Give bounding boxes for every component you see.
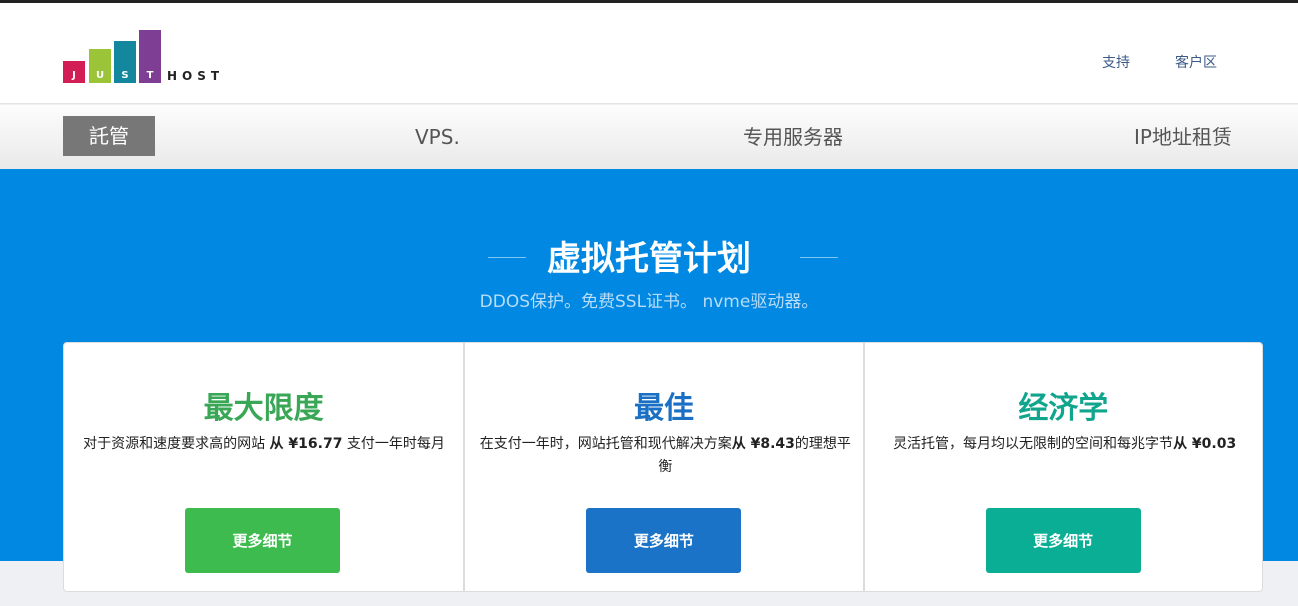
plan-cards: 最大限度 对于资源和速度要求高的网站 从 ¥16.77 支付一年时每月 更多细节…	[63, 342, 1263, 592]
plan-title: 最佳	[633, 391, 694, 426]
more-details-button[interactable]: 更多细节	[985, 508, 1141, 573]
nav-tab-dedicated-servers[interactable]: 专用服务器	[743, 117, 843, 157]
plan-desc-text: 支付一年时每月	[342, 436, 445, 452]
plan-description: 对于资源和速度要求高的网站 从 ¥16.77 支付一年时每月	[74, 433, 454, 456]
plan-desc-text: 灵活托管，每月均以无限制的空间和每兆字节	[893, 436, 1174, 452]
plan-card-maximum: 最大限度 对于资源和速度要求高的网站 从 ¥16.77 支付一年时每月 更多细节	[64, 343, 463, 591]
plan-card-economy: 经济学 灵活托管，每月均以无限制的空间和每兆字节从 ¥0.03 更多细节	[862, 343, 1262, 591]
nav-tab-vps[interactable]: VPS.	[415, 117, 460, 157]
plan-price: 从 ¥8.43	[731, 436, 795, 452]
logo-letter-u: U	[95, 70, 105, 81]
hero-subtitle: DDOS保护。免费SSL证书。 nvme驱动器。	[479, 292, 819, 312]
nav-tab-hosting[interactable]: 託管	[63, 116, 155, 156]
plan-price: 从 ¥0.03	[1173, 436, 1237, 452]
support-link[interactable]: 支持	[1102, 52, 1130, 72]
logo-text: HOST	[167, 69, 225, 83]
hero-title: 虚拟托管计划	[547, 239, 751, 279]
plan-description: 在支付一年时，网站托管和现代解决方案从 ¥8.43的理想平衡	[475, 433, 855, 479]
logo-bar-u: U	[89, 49, 111, 83]
main-nav: 託管 VPS. 专用服务器 IP地址租赁	[0, 105, 1298, 169]
nav-tab-ip-rental[interactable]: IP地址租赁	[1134, 117, 1232, 157]
plan-card-optimal: 最佳 在支付一年时，网站托管和现代解决方案从 ¥8.43的理想平衡 更多细节	[463, 343, 862, 591]
logo[interactable]: J U S T HOST	[63, 27, 243, 83]
logo-letter-j: J	[72, 70, 76, 81]
plan-description: 灵活托管，每月均以无限制的空间和每兆字节从 ¥0.03	[875, 433, 1255, 456]
more-details-button[interactable]: 更多细节	[185, 508, 340, 573]
site-header: J U S T HOST 支持 客户区	[0, 3, 1298, 104]
title-divider-right	[800, 257, 838, 258]
plan-desc-text: 在支付一年时，网站托管和现代解决方案	[479, 436, 732, 452]
plan-title: 经济学	[1018, 391, 1109, 426]
plan-desc-text: 对于资源和速度要求高的网站	[83, 436, 270, 452]
client-area-link[interactable]: 客户区	[1175, 52, 1217, 72]
plan-title: 最大限度	[203, 391, 324, 426]
more-details-button[interactable]: 更多细节	[586, 508, 742, 573]
logo-bar-t: T	[139, 30, 161, 83]
logo-bar-s: S	[114, 41, 136, 83]
logo-letter-t: T	[146, 70, 154, 81]
plan-price: 从 ¥16.77	[269, 436, 343, 452]
logo-letter-s: S	[121, 70, 129, 81]
logo-bar-j: J	[63, 61, 85, 83]
